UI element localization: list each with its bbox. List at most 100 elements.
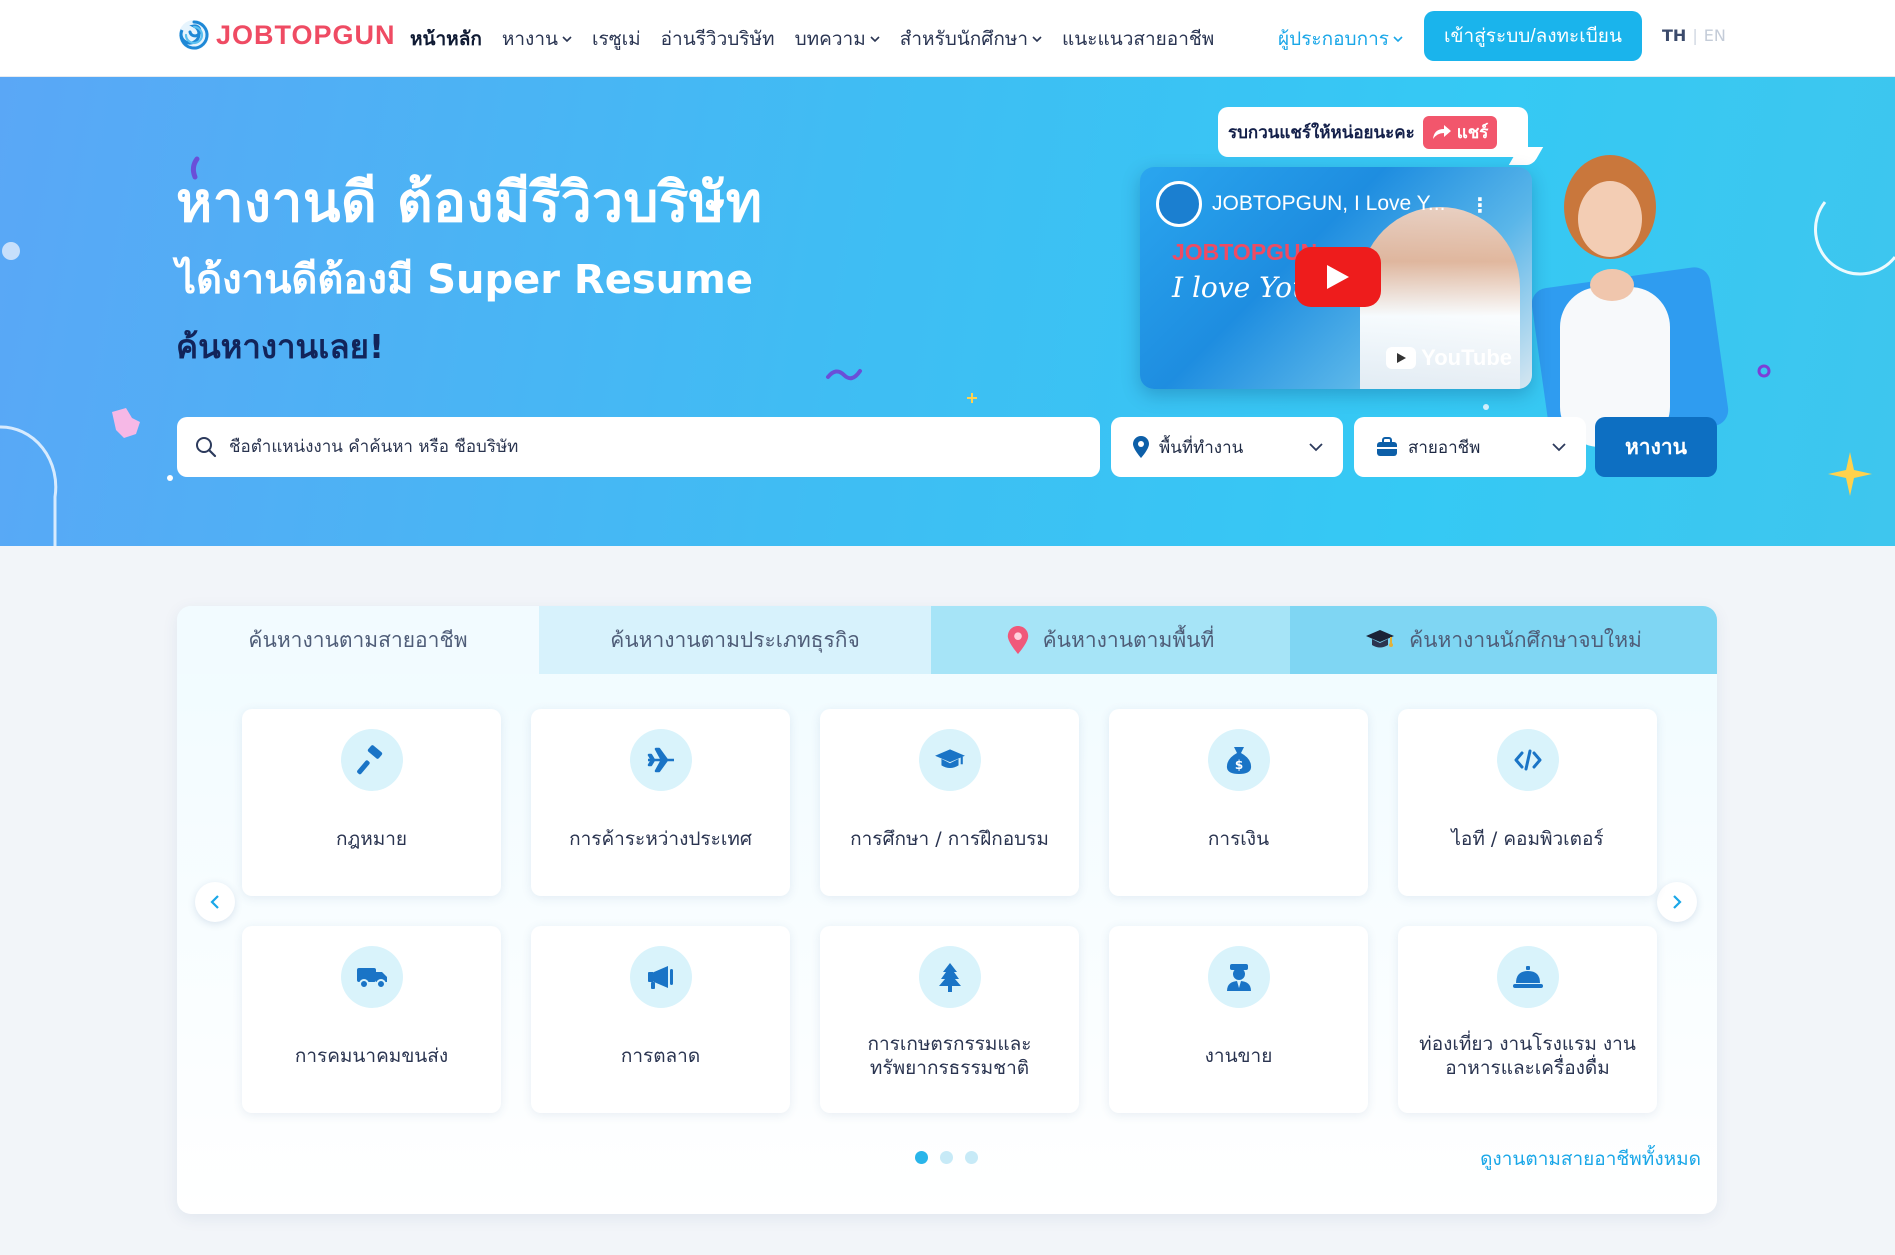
- category-label: การคมนาคมขนส่ง: [294, 1045, 449, 1067]
- chevron-right-icon: [1673, 895, 1682, 909]
- location-pin-icon: [1007, 626, 1028, 654]
- jobtopgun-logo[interactable]: JOBTOPGUN: [178, 19, 396, 51]
- nav-career-guidance[interactable]: แนะแนวสายอาชีพ: [1052, 24, 1224, 54]
- nav-find-job[interactable]: หางาน: [492, 24, 582, 54]
- category-label: การตลาด: [620, 1045, 701, 1067]
- video-title[interactable]: JOBTOPGUN, I Love Y...: [1212, 192, 1445, 216]
- hero-cta: ค้นหางานเลย!: [176, 327, 385, 366]
- share-arrow-icon: [1432, 125, 1451, 139]
- chevron-down-icon: [1393, 36, 1403, 43]
- see-all-careers-link[interactable]: ดูงานตามสายอาชีพทั้งหมด: [1480, 1144, 1701, 1174]
- graduation-cap-icon: [1366, 630, 1395, 648]
- category-label: ไอที / คอมพิวเตอร์: [1451, 828, 1604, 850]
- graduation-cap-icon: [918, 729, 981, 791]
- find-job-button[interactable]: หางาน: [1595, 417, 1717, 477]
- work-area-select[interactable]: พื้นที่ทำงาน: [1111, 417, 1343, 477]
- nav-company-reviews[interactable]: อ่านรีวิวบริษัท: [651, 24, 785, 54]
- tab-by-area[interactable]: ค้นหางานตามพื้นที่: [931, 606, 1290, 674]
- logo-text: JOBTOPGUN: [216, 19, 396, 50]
- youtube-logo[interactable]: YouTube: [1386, 345, 1512, 371]
- search-icon: [196, 437, 217, 458]
- employer-menu[interactable]: ผู้ประกอบการ: [1278, 24, 1403, 54]
- nav-career-guidance-label: แนะแนวสายอาชีพ: [1062, 27, 1215, 50]
- presenter-photo: [1560, 155, 1670, 447]
- carousel-dot-3[interactable]: [965, 1151, 978, 1164]
- category-card-transportation[interactable]: การคมนาคมขนส่ง: [242, 926, 501, 1113]
- play-icon: [1327, 265, 1349, 289]
- nav-students[interactable]: สำหรับนักศึกษา: [890, 24, 1052, 54]
- share-bubble: รบกวนแชร์ให้หน่อยนะคะ แชร์: [1218, 107, 1528, 157]
- hero-subtitle: ได้งานดีต้องมี Super Resume: [176, 257, 753, 303]
- location-pin-icon: [1133, 436, 1149, 458]
- category-label: การศึกษา / การฝึกอบรม: [850, 828, 1049, 850]
- chevron-left-icon: [210, 895, 219, 909]
- category-label: การเกษตรกรรมและ ทรัพยากรธรรมชาติ: [867, 1033, 1032, 1079]
- channel-avatar[interactable]: [1156, 181, 1202, 227]
- hero-banner: หางานดี ต้องมีรีวิวบริษัท ได้งานดีต้องมี…: [0, 77, 1895, 546]
- nav-home[interactable]: หน้าหลัก: [400, 24, 492, 54]
- chevron-down-icon: [1032, 35, 1042, 42]
- category-card-international-trade[interactable]: การค้าระหว่างประเทศ: [531, 709, 790, 896]
- tab-by-career[interactable]: ค้นหางานตามสายอาชีพ: [177, 606, 539, 674]
- share-button[interactable]: แชร์: [1422, 115, 1498, 149]
- share-button-label: แชร์: [1456, 122, 1489, 142]
- chevron-down-icon: [1552, 443, 1566, 452]
- top-header: JOBTOPGUN หน้าหลัก หางาน เรซูเม่ อ่านรีว…: [0, 0, 1895, 77]
- nav-resume[interactable]: เรซูเม่: [582, 24, 651, 54]
- category-card-marketing[interactable]: การตลาด: [531, 926, 790, 1113]
- lang-en[interactable]: EN: [1704, 26, 1726, 45]
- category-card-law[interactable]: กฎหมาย: [242, 709, 501, 896]
- video-channel: JOBTOPGUN, I Love Y...: [1156, 181, 1445, 227]
- chevron-down-icon: [870, 35, 880, 42]
- category-card-it-computer[interactable]: ไอที / คอมพิวเตอร์: [1398, 709, 1657, 896]
- category-panel: ค้นหางานตามสายอาชีพ ค้นหางานตามประเภทธุร…: [177, 606, 1717, 1214]
- tab-new-graduates[interactable]: ค้นหางานนักศึกษาจบใหม่: [1290, 606, 1717, 674]
- carousel-dot-2[interactable]: [940, 1151, 953, 1164]
- tab-by-business-type[interactable]: ค้นหางานตามประเภทธุรกิจ: [539, 606, 931, 674]
- salesperson-icon: [1207, 946, 1270, 1008]
- megaphone-icon: [629, 946, 692, 1008]
- gavel-icon: [340, 729, 403, 791]
- youtube-video-embed[interactable]: JOBTOPGUN, I Love Y... ⋮ JOBTOPGUN I lov…: [1140, 167, 1532, 389]
- share-prompt-text: รบกวนแชร์ให้หน่อยนะคะ: [1228, 122, 1415, 143]
- service-bell-icon: [1496, 946, 1559, 1008]
- login-register-button[interactable]: เข้าสู่ระบบ/ลงทะเบียน: [1424, 11, 1642, 61]
- category-card-sales[interactable]: งานขาย: [1109, 926, 1368, 1113]
- main-nav: หน้าหลัก หางาน เรซูเม่ อ่านรีวิวบริษัท บ…: [400, 0, 1224, 77]
- tab-by-career-label: ค้นหางานตามสายอาชีพ: [248, 627, 468, 652]
- employer-label: ผู้ประกอบการ: [1278, 28, 1389, 50]
- tab-new-graduates-label: ค้นหางานนักศึกษาจบใหม่: [1409, 627, 1642, 652]
- lang-th[interactable]: TH: [1662, 26, 1686, 45]
- more-vert-icon[interactable]: ⋮: [1470, 193, 1490, 217]
- category-card-finance[interactable]: $ การเงิน: [1109, 709, 1368, 896]
- chevron-down-icon: [562, 35, 572, 42]
- career-label: สายอาชีพ: [1408, 437, 1481, 458]
- carousel-next-button[interactable]: [1657, 882, 1697, 922]
- category-card-education[interactable]: การศึกษา / การฝึกอบรม: [820, 709, 1079, 896]
- category-card-agriculture[interactable]: การเกษตรกรรมและ ทรัพยากรธรรมชาติ: [820, 926, 1079, 1113]
- nav-articles-label: บทความ: [794, 27, 866, 50]
- chevron-down-icon: [1309, 443, 1323, 452]
- category-tabs: ค้นหางานตามสายอาชีพ ค้นหางานตามประเภทธุร…: [177, 606, 1717, 674]
- code-icon: [1496, 729, 1559, 791]
- work-area-label: พื้นที่ทำงาน: [1159, 437, 1244, 458]
- carousel-dot-1[interactable]: [915, 1151, 928, 1164]
- airplane-icon: [629, 729, 692, 791]
- tree-icon: [918, 946, 981, 1008]
- job-search-bar: [177, 417, 1100, 477]
- job-search-input[interactable]: [229, 437, 1089, 457]
- hero-title: หางานดี ต้องมีรีวิวบริษัท: [176, 170, 763, 234]
- play-button[interactable]: [1295, 247, 1381, 307]
- youtube-label: YouTube: [1421, 345, 1512, 370]
- career-select[interactable]: สายอาชีพ: [1354, 417, 1586, 477]
- svg-text:$: $: [1234, 758, 1242, 772]
- nav-company-reviews-label: อ่านรีวิวบริษัท: [660, 27, 775, 50]
- language-switcher: TH | EN: [1662, 26, 1726, 45]
- carousel-prev-button[interactable]: [195, 882, 235, 922]
- tab-by-area-label: ค้นหางานตามพื้นที่: [1042, 627, 1215, 652]
- category-label: การเงิน: [1207, 828, 1270, 850]
- category-label: กฎหมาย: [335, 828, 408, 850]
- category-card-tourism-hotel-food[interactable]: ท่องเที่ยว งานโรงแรม งาน อาหารและเครื่อง…: [1398, 926, 1657, 1113]
- career-category-grid: กฎหมาย การค้าระหว่างประเทศ การศึกษา / กา…: [242, 709, 1657, 1113]
- nav-articles[interactable]: บทความ: [785, 24, 890, 54]
